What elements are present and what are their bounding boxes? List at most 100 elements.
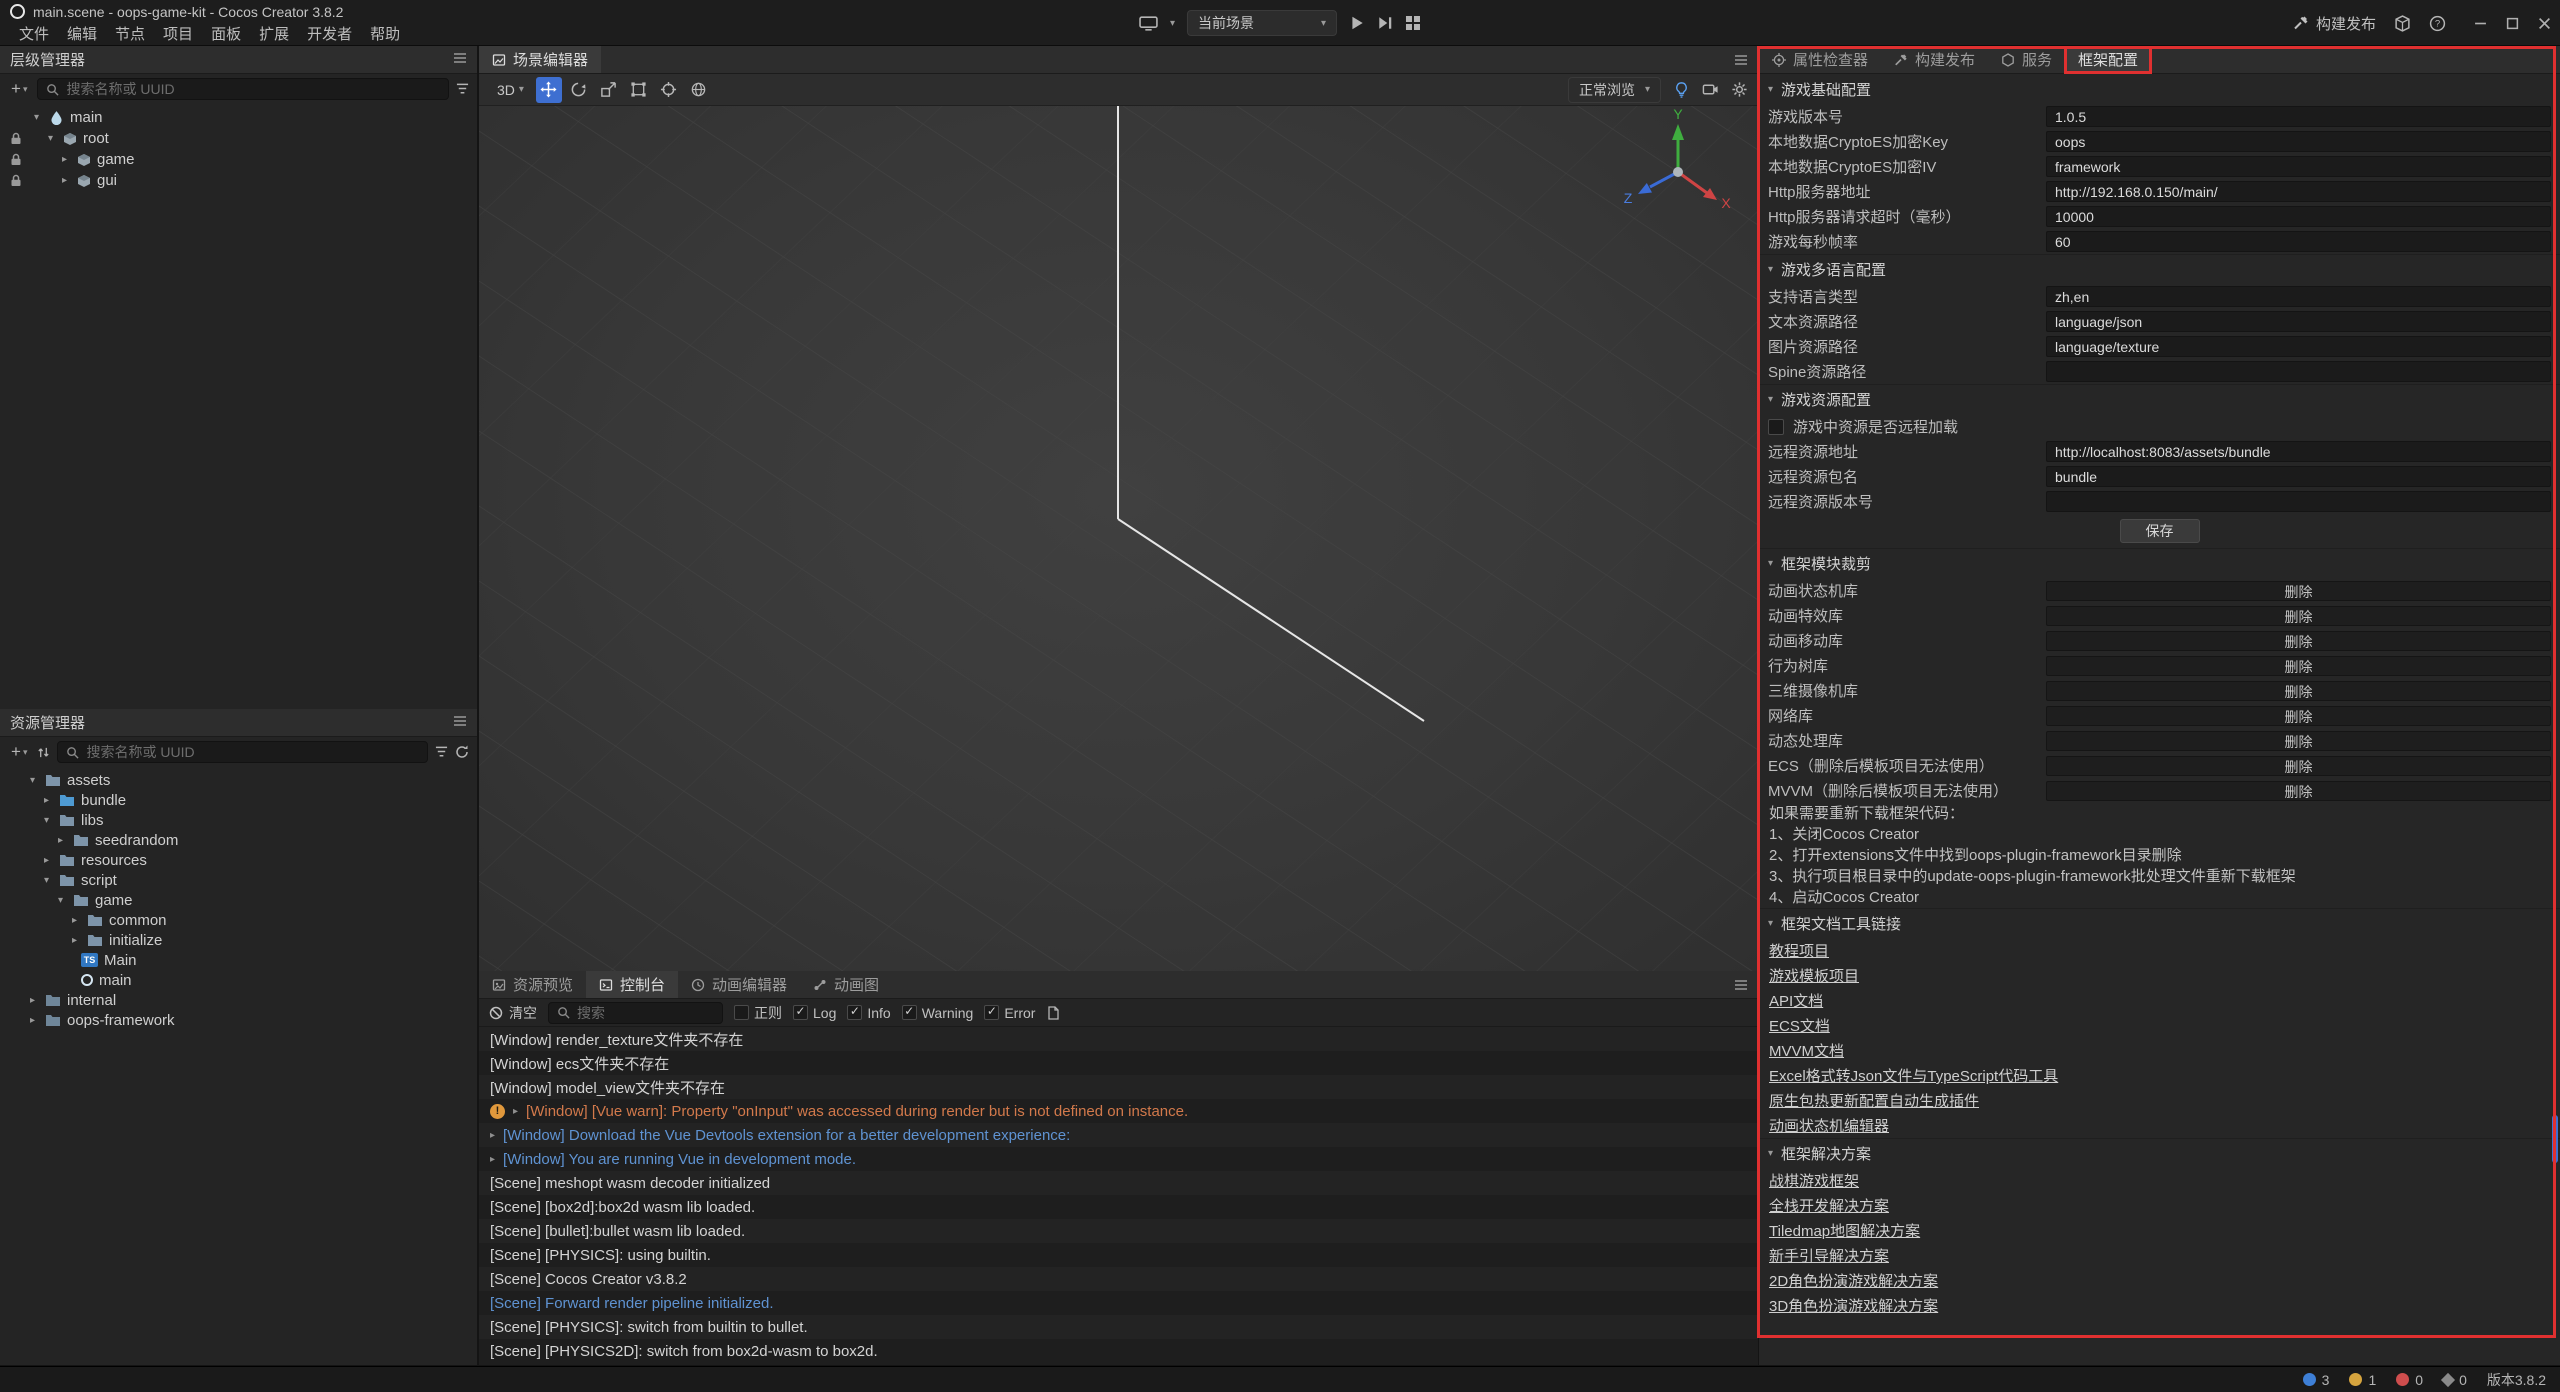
filter-checkbox[interactable]	[793, 1005, 808, 1020]
help-icon[interactable]: ?	[2429, 15, 2446, 32]
rect-tool-button[interactable]	[626, 77, 652, 103]
property-input[interactable]	[2046, 441, 2551, 462]
asset-folder-bundle[interactable]: ▸ bundle	[0, 790, 477, 810]
log-row[interactable]: [Window] render_texture文件夹不存在	[479, 1027, 1758, 1051]
view-mode-select[interactable]: 正常浏览 ▾	[1568, 77, 1661, 103]
filter-checkbox[interactable]	[847, 1005, 862, 1020]
expand-arrow-icon[interactable]: ▾	[40, 815, 53, 826]
section-solutions[interactable]: ▾ 框架解决方案	[1759, 1138, 2560, 1168]
save-button[interactable]: 保存	[2120, 519, 2200, 543]
hierarchy-node-root[interactable]: ▾ root	[0, 128, 477, 149]
doc-link[interactable]: API文档	[1769, 990, 1823, 1011]
menu-item[interactable]: 面板	[202, 23, 250, 44]
expand-arrow-icon[interactable]: ▸	[58, 154, 71, 165]
tab-console[interactable]: 控制台	[586, 971, 678, 998]
doc-link[interactable]: Excel格式转Json文件与TypeScript代码工具	[1769, 1065, 2058, 1086]
preview-device-icon[interactable]	[1139, 16, 1158, 31]
property-input[interactable]	[2046, 286, 2551, 307]
menu-item[interactable]: 项目	[154, 23, 202, 44]
log-filter[interactable]: Warning	[902, 1005, 974, 1021]
mode-3d-button[interactable]: 3D▾	[489, 82, 532, 98]
task-count[interactable]: 0	[2443, 1372, 2467, 1388]
tab-scene-editor[interactable]: 场景编辑器	[479, 46, 601, 73]
asset-folder-resources[interactable]: ▸ resources	[0, 850, 477, 870]
hierarchy-node-gui[interactable]: ▸ gui	[0, 170, 477, 191]
expand-arrow-icon[interactable]: ▸	[26, 995, 39, 1006]
asset-folder-libs[interactable]: ▾ libs	[0, 810, 477, 830]
scrollbar-thumb[interactable]	[2552, 1115, 2558, 1163]
gear-icon[interactable]	[1731, 81, 1748, 98]
hierarchy-node-game[interactable]: ▸ game	[0, 149, 477, 170]
package-icon[interactable]	[2394, 15, 2411, 32]
delete-module-button[interactable]: 删除	[2046, 756, 2551, 776]
log-row[interactable]: [Scene] [PHYSICS2D]: switch from box2d-w…	[479, 1339, 1758, 1363]
expand-arrow-icon[interactable]: ▸	[40, 855, 53, 866]
filter-icon[interactable]	[435, 746, 448, 758]
asset-folder-oops-framework[interactable]: ▸ oops-framework	[0, 1010, 477, 1030]
log-row-info[interactable]: ▸ [Window] Download the Vue Devtools ext…	[479, 1123, 1758, 1147]
section-module-trim[interactable]: ▾ 框架模块裁剪	[1759, 548, 2560, 578]
log-row-warning[interactable]: ! ▸ [Window] [Vue warn]: Property "onInp…	[479, 1099, 1758, 1123]
menu-item[interactable]: 文件	[10, 23, 58, 44]
warning-count[interactable]: 1	[2349, 1372, 2376, 1388]
log-row[interactable]: [Scene] [box2d]:box2d wasm lib loaded.	[479, 1195, 1758, 1219]
rotate-tool-button[interactable]	[566, 77, 592, 103]
expand-arrow-icon[interactable]: ▾	[26, 775, 39, 786]
log-row-info[interactable]: [Scene] Forward render pipeline initiali…	[479, 1291, 1758, 1315]
create-node-button[interactable]: +▾	[8, 79, 30, 99]
log-filter[interactable]: Info	[847, 1005, 890, 1021]
move-tool-button[interactable]	[536, 77, 562, 103]
expand-arrow-icon[interactable]: ▸	[26, 1015, 39, 1026]
lock-icon[interactable]	[10, 132, 22, 145]
property-input[interactable]	[2046, 491, 2551, 512]
delete-module-button[interactable]: 删除	[2046, 656, 2551, 676]
log-row-info[interactable]: ▸ [Window] You are running Vue in develo…	[479, 1147, 1758, 1171]
asset-folder-script[interactable]: ▾ script	[0, 870, 477, 890]
delete-module-button[interactable]: 删除	[2046, 781, 2551, 801]
section-language-config[interactable]: ▾ 游戏多语言配置	[1759, 254, 2560, 284]
expand-arrow-icon[interactable]: ▾	[40, 875, 53, 886]
log-filter[interactable]: Error	[984, 1005, 1035, 1021]
property-input[interactable]	[2046, 156, 2551, 177]
solution-link[interactable]: 3D角色扮演游戏解决方案	[1769, 1295, 1938, 1316]
close-button[interactable]	[2528, 0, 2560, 46]
property-input[interactable]	[2046, 311, 2551, 332]
menu-item[interactable]: 扩展	[250, 23, 298, 44]
step-button[interactable]	[1377, 15, 1393, 31]
asset-folder-seedrandom[interactable]: ▸ seedrandom	[0, 830, 477, 850]
asset-script-main[interactable]: TS Main	[0, 950, 477, 970]
open-log-file-icon[interactable]	[1046, 1006, 1060, 1020]
menu-item[interactable]: 帮助	[361, 23, 409, 44]
panel-menu-icon[interactable]	[453, 51, 467, 68]
device-caret-icon[interactable]: ▾	[1170, 18, 1175, 29]
expand-arrow-icon[interactable]: ▾	[44, 133, 57, 144]
delete-module-button[interactable]: 删除	[2046, 731, 2551, 751]
tab-animation-editor[interactable]: 动画编辑器	[678, 971, 800, 998]
filter-checkbox[interactable]	[984, 1005, 999, 1020]
panel-menu-icon[interactable]	[453, 714, 467, 731]
regex-filter[interactable]: 正则	[734, 1003, 782, 1023]
asset-folder-common[interactable]: ▸ common	[0, 910, 477, 930]
remote-load-checkbox[interactable]	[1768, 419, 1784, 435]
expand-arrow-icon[interactable]: ▸	[54, 835, 67, 846]
maximize-button[interactable]	[2496, 0, 2528, 46]
delete-module-button[interactable]: 删除	[2046, 706, 2551, 726]
doc-link[interactable]: MVVM文档	[1769, 1040, 1844, 1061]
delete-module-button[interactable]: 删除	[2046, 631, 2551, 651]
tab-animation-graph[interactable]: 动画图	[800, 971, 892, 998]
axis-gizmo[interactable]: Y X Z	[1613, 106, 1743, 236]
property-input[interactable]	[2046, 336, 2551, 357]
asset-folder-internal[interactable]: ▸ internal	[0, 990, 477, 1010]
clear-console-button[interactable]: 清空	[489, 1003, 537, 1023]
info-count[interactable]: 3	[2303, 1372, 2330, 1388]
log-filter[interactable]: Log	[793, 1005, 836, 1021]
log-row[interactable]: [Scene] [PHYSICS]: using builtin.	[479, 1243, 1758, 1267]
lighting-toggle-icon[interactable]	[1673, 81, 1690, 98]
scale-tool-button[interactable]	[596, 77, 622, 103]
asset-folder-initialize[interactable]: ▸ initialize	[0, 930, 477, 950]
property-input[interactable]	[2046, 131, 2551, 152]
regex-checkbox[interactable]	[734, 1005, 749, 1020]
play-button[interactable]	[1349, 15, 1365, 31]
section-resource-config[interactable]: ▾ 游戏资源配置	[1759, 384, 2560, 414]
create-asset-button[interactable]: +▾	[8, 742, 30, 762]
